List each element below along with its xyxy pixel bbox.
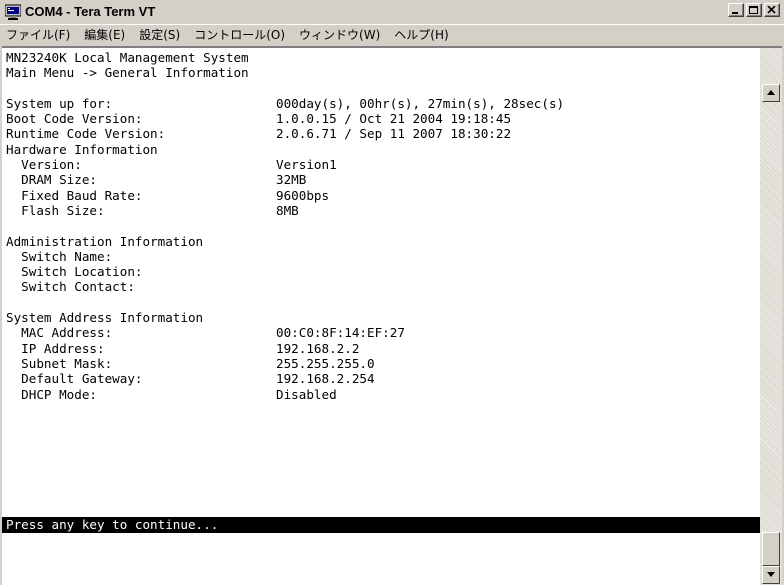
terminal-line: Fixed Baud Rate: 9600bps bbox=[6, 188, 564, 203]
line-label: Administration Information bbox=[6, 233, 204, 249]
terminal-line: Version: Version1 bbox=[6, 157, 564, 172]
terminal-line: System up for: 000day(s), 00hr(s), 27min(… bbox=[6, 96, 564, 111]
close-button[interactable] bbox=[764, 3, 780, 17]
terminal-lines: MN23240K Local Management System Main Me… bbox=[6, 50, 564, 402]
line-label: Switch Name: bbox=[6, 248, 113, 264]
scroll-up-button[interactable] bbox=[762, 84, 780, 102]
line-label bbox=[6, 218, 276, 233]
terminal-line: DRAM Size: 32MB bbox=[6, 172, 564, 187]
terminal-line: Main Menu -> General Information bbox=[6, 65, 564, 80]
line-value: 192.168.2.2 bbox=[276, 340, 360, 356]
terminal-line bbox=[6, 81, 564, 96]
terminal-line: Boot Code Version: 1.0.0.15 / Oct 21 2004… bbox=[6, 111, 564, 126]
title-bar[interactable]: COM4 - Tera Term VT bbox=[0, 0, 784, 25]
terminal-line bbox=[6, 218, 564, 233]
terminal-line bbox=[6, 295, 564, 310]
line-value: 9600bps bbox=[276, 187, 330, 203]
line-value: 192.168.2.254 bbox=[276, 371, 375, 387]
line-label: Switch Contact: bbox=[6, 279, 135, 295]
terminal-line: Runtime Code Version: 2.0.6.71 / Sep 11 2… bbox=[6, 126, 564, 141]
line-label: DRAM Size: bbox=[6, 172, 97, 188]
menu-control[interactable]: コントロール(O) bbox=[187, 26, 292, 44]
menu-help[interactable]: ヘルプ(H) bbox=[387, 26, 455, 44]
line-label: IP Address: bbox=[6, 340, 105, 356]
line-value: 00:C0:8F:14:EF:27 bbox=[276, 325, 405, 341]
terminal-line: Administration Information bbox=[6, 234, 564, 249]
line-label: Runtime Code Version: bbox=[6, 126, 166, 142]
terminal-line: Switch Contact: bbox=[6, 279, 564, 294]
press-any-key-prompt: Press any key to continue... bbox=[6, 517, 219, 532]
line-value: 000day(s), 00hr(s), 27min(s), 28sec(s) bbox=[276, 95, 565, 111]
line-value: Disabled bbox=[276, 386, 337, 402]
scroll-thumb[interactable] bbox=[762, 532, 780, 566]
line-label bbox=[6, 295, 276, 310]
line-label bbox=[6, 81, 276, 96]
menu-bar: ファイル(F) 編集(E) 設定(S) コントロール(O) ウィンドウ(W) ヘ… bbox=[0, 25, 784, 45]
line-value: 255.255.255.0 bbox=[276, 355, 375, 371]
menu-edit[interactable]: 編集(E) bbox=[77, 26, 132, 44]
terminal-line: Switch Name: bbox=[6, 249, 564, 264]
line-value: Version1 bbox=[276, 157, 337, 173]
terminal-line: Default Gateway: 192.168.2.254 bbox=[6, 371, 564, 386]
terminal-line: MN23240K Local Management System bbox=[6, 50, 564, 65]
line-label: Fixed Baud Rate: bbox=[6, 187, 143, 203]
menu-file[interactable]: ファイル(F) bbox=[0, 26, 77, 44]
terminal-line: Subnet Mask: 255.255.255.0 bbox=[6, 356, 564, 371]
line-label: MN23240K Local Management System bbox=[6, 50, 249, 65]
scroll-down-arrow-icon bbox=[767, 572, 775, 577]
minimize-button[interactable] bbox=[728, 3, 744, 17]
line-label: Boot Code Version: bbox=[6, 111, 143, 127]
line-label: Version: bbox=[6, 157, 82, 173]
line-label: System Address Information bbox=[6, 310, 204, 326]
window-title: COM4 - Tera Term VT bbox=[25, 4, 156, 19]
line-label: Hardware Information bbox=[6, 141, 158, 157]
line-label: Subnet Mask: bbox=[6, 355, 113, 371]
line-label: Flash Size: bbox=[6, 202, 105, 218]
line-label: Switch Location: bbox=[6, 264, 143, 280]
line-label: System up for: bbox=[6, 95, 113, 111]
vertical-scrollbar[interactable] bbox=[760, 48, 782, 585]
close-icon bbox=[767, 6, 776, 14]
maximize-button[interactable] bbox=[746, 3, 762, 17]
terminal-screen[interactable]: MN23240K Local Management System Main Me… bbox=[2, 48, 760, 585]
line-label: Default Gateway: bbox=[6, 371, 143, 387]
minimize-icon bbox=[732, 12, 738, 14]
line-label: DHCP Mode: bbox=[6, 386, 97, 402]
terminal-line: Switch Location: bbox=[6, 264, 564, 279]
status-bar-highlight: Press any key to continue... bbox=[2, 517, 760, 533]
line-label: MAC Address: bbox=[6, 325, 113, 341]
scroll-down-button[interactable] bbox=[762, 566, 780, 584]
line-value: 1.0.0.15 / Oct 21 2004 19:18:45 bbox=[276, 111, 512, 127]
line-label: Main Menu -> General Information bbox=[6, 65, 249, 81]
terminal-line: Flash Size: 8MB bbox=[6, 203, 564, 218]
scroll-up-arrow-icon bbox=[767, 90, 775, 95]
menu-setup[interactable]: 設定(S) bbox=[132, 26, 187, 44]
terminal-line: IP Address: 192.168.2.2 bbox=[6, 341, 564, 356]
line-value: 8MB bbox=[276, 202, 299, 218]
line-value: 2.0.6.71 / Sep 11 2007 18:30:22 bbox=[276, 126, 512, 142]
terminal-line: System Address Information bbox=[6, 310, 564, 325]
terminal-line: MAC Address: 00:C0:8F:14:EF:27 bbox=[6, 325, 564, 340]
maximize-icon bbox=[749, 6, 758, 14]
line-value: 32MB bbox=[276, 172, 307, 188]
terminal-line: DHCP Mode: Disabled bbox=[6, 387, 564, 402]
tera-term-monitor-icon[interactable] bbox=[4, 4, 22, 20]
terminal-line: Hardware Information bbox=[6, 142, 564, 157]
tera-term-window: COM4 - Tera Term VT ファイル(F) 編集(E) 設定(S) … bbox=[0, 0, 784, 585]
menu-window[interactable]: ウィンドウ(W) bbox=[292, 26, 387, 44]
